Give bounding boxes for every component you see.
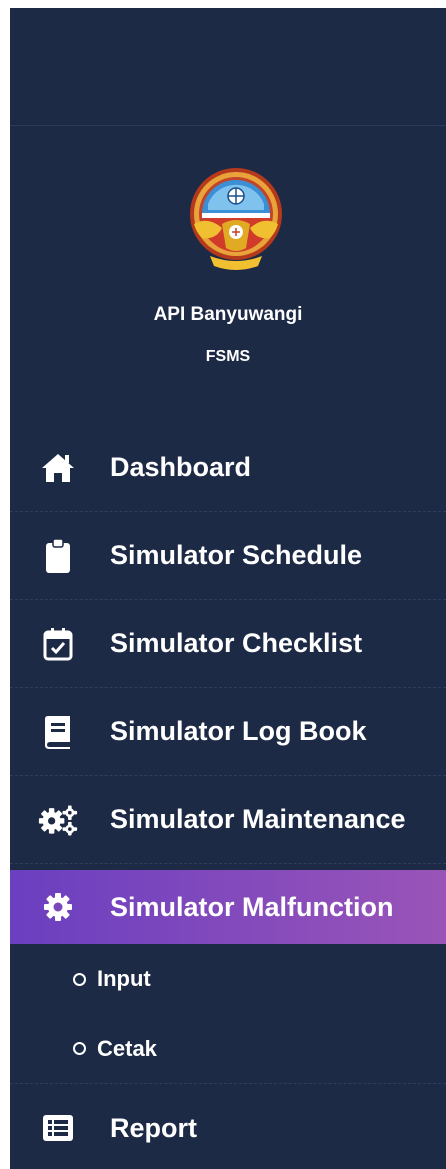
- sidebar-item-simulator-schedule[interactable]: Simulator Schedule: [10, 512, 446, 600]
- sidebar-item-dashboard[interactable]: Dashboard: [10, 424, 446, 512]
- list-alt-icon: [38, 1108, 78, 1148]
- sidebar-item-report[interactable]: Report: [10, 1084, 446, 1169]
- sidebar-item-label: Simulator Checklist: [110, 628, 363, 658]
- sidebar-subitem-label: Cetak: [97, 1035, 157, 1061]
- brand-name: API Banyuwangi: [153, 304, 303, 325]
- api-banyuwangi-logo: [190, 168, 282, 270]
- cogs-icon: [38, 800, 78, 840]
- calendar-check-icon: [38, 624, 78, 664]
- cog-icon: [38, 887, 78, 927]
- sidebar-subitem-cetak[interactable]: Cetak: [10, 1014, 446, 1084]
- sidebar-item-label: Simulator Schedule: [110, 540, 363, 570]
- clipboard-icon: [38, 536, 78, 576]
- circle-icon: [73, 972, 86, 986]
- brand-subtitle: FSMS: [205, 348, 251, 365]
- sidebar-item-label: Dashboard: [110, 452, 252, 482]
- sidebar-item-simulator-maintenance[interactable]: Simulator Maintenance: [10, 776, 446, 864]
- sidebar-item-label: Simulator Maintenance: [110, 804, 406, 834]
- circle-icon: [73, 1042, 86, 1055]
- sidebar-item-label: Simulator Log Book: [110, 716, 367, 746]
- sidebar-top-strip: [10, 8, 446, 126]
- sidebar-item-simulator-log-book[interactable]: Simulator Log Book: [10, 688, 446, 776]
- sidebar-subitem-input[interactable]: Input: [10, 944, 446, 1014]
- sidebar-item-label: Simulator Malfunction: [110, 891, 394, 922]
- sidebar: API Banyuwangi FSMS Dashboard Simulator …: [10, 8, 446, 1169]
- brand: API Banyuwangi FSMS: [10, 126, 446, 416]
- sidebar-item-label: Report: [110, 1112, 197, 1143]
- sidebar-item-simulator-checklist[interactable]: Simulator Checklist: [10, 600, 446, 688]
- sidebar-nav: Dashboard Simulator Schedule Simulator C…: [10, 424, 446, 1169]
- book-icon: [38, 712, 78, 752]
- sidebar-subitem-label: Input: [97, 966, 151, 991]
- home-icon: [38, 448, 78, 488]
- sidebar-item-simulator-malfunction[interactable]: Simulator Malfunction: [10, 870, 446, 944]
